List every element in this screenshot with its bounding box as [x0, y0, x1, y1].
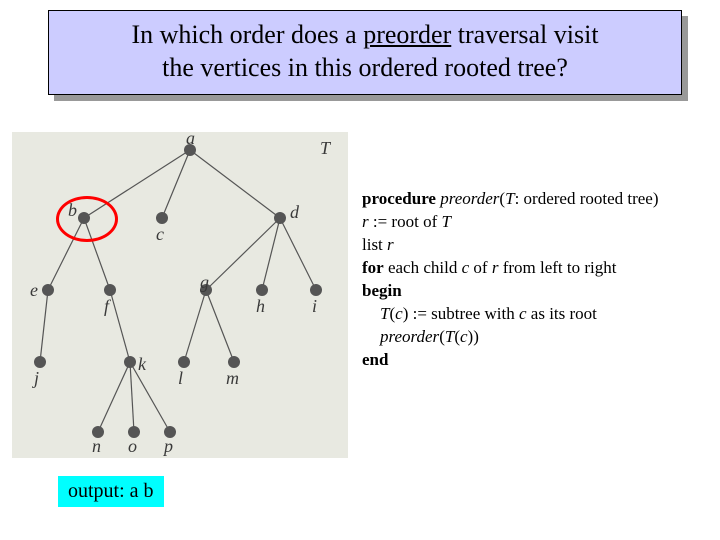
node-label-g: g	[200, 272, 209, 293]
title-underlined: preorder	[363, 20, 451, 49]
algo-line-8: end	[362, 349, 702, 372]
algo-line-6: T(c) := subtree with c as its root	[362, 303, 702, 326]
node-label-j: j	[34, 368, 39, 389]
algo-line-7: preorder(T(c))	[362, 326, 702, 349]
highlight-circle	[56, 196, 118, 242]
node-label-o: o	[128, 436, 137, 457]
node-label-h: h	[256, 296, 265, 317]
title-line1-post: traversal visit	[451, 20, 598, 49]
node-label-f: f	[104, 296, 109, 317]
tree-diagram: a b c d e f g h i j k l m n o p T	[12, 132, 348, 458]
node-label-n: n	[92, 436, 101, 457]
title-line1-pre: In which order does a	[131, 20, 363, 49]
algo-line-5: begin	[362, 280, 702, 303]
algo-line-4: for each child c of r from left to right	[362, 257, 702, 280]
node-label-d: d	[290, 202, 299, 223]
node-label-a: a	[186, 128, 195, 149]
title-box: In which order does a preorder traversal…	[48, 10, 682, 95]
node-label-i: i	[312, 296, 317, 317]
algo-line-1: procedure preorder(T: ordered rooted tre…	[362, 188, 702, 211]
node-label-c: c	[156, 224, 164, 245]
algo-line-3: list r	[362, 234, 702, 257]
node-label-p: p	[164, 436, 173, 457]
output-box: output: a b	[58, 476, 164, 507]
node-label-l: l	[178, 368, 183, 389]
tree-svg	[12, 132, 348, 458]
algorithm-pseudocode: procedure preorder(T: ordered rooted tre…	[362, 188, 702, 372]
algo-line-2: r := root of T	[362, 211, 702, 234]
node-label-m: m	[226, 368, 239, 389]
title-line2: the vertices in this ordered rooted tree…	[162, 53, 568, 82]
node-label-e: e	[30, 280, 38, 301]
node-label-k: k	[138, 354, 146, 375]
tree-label-T: T	[320, 138, 330, 159]
